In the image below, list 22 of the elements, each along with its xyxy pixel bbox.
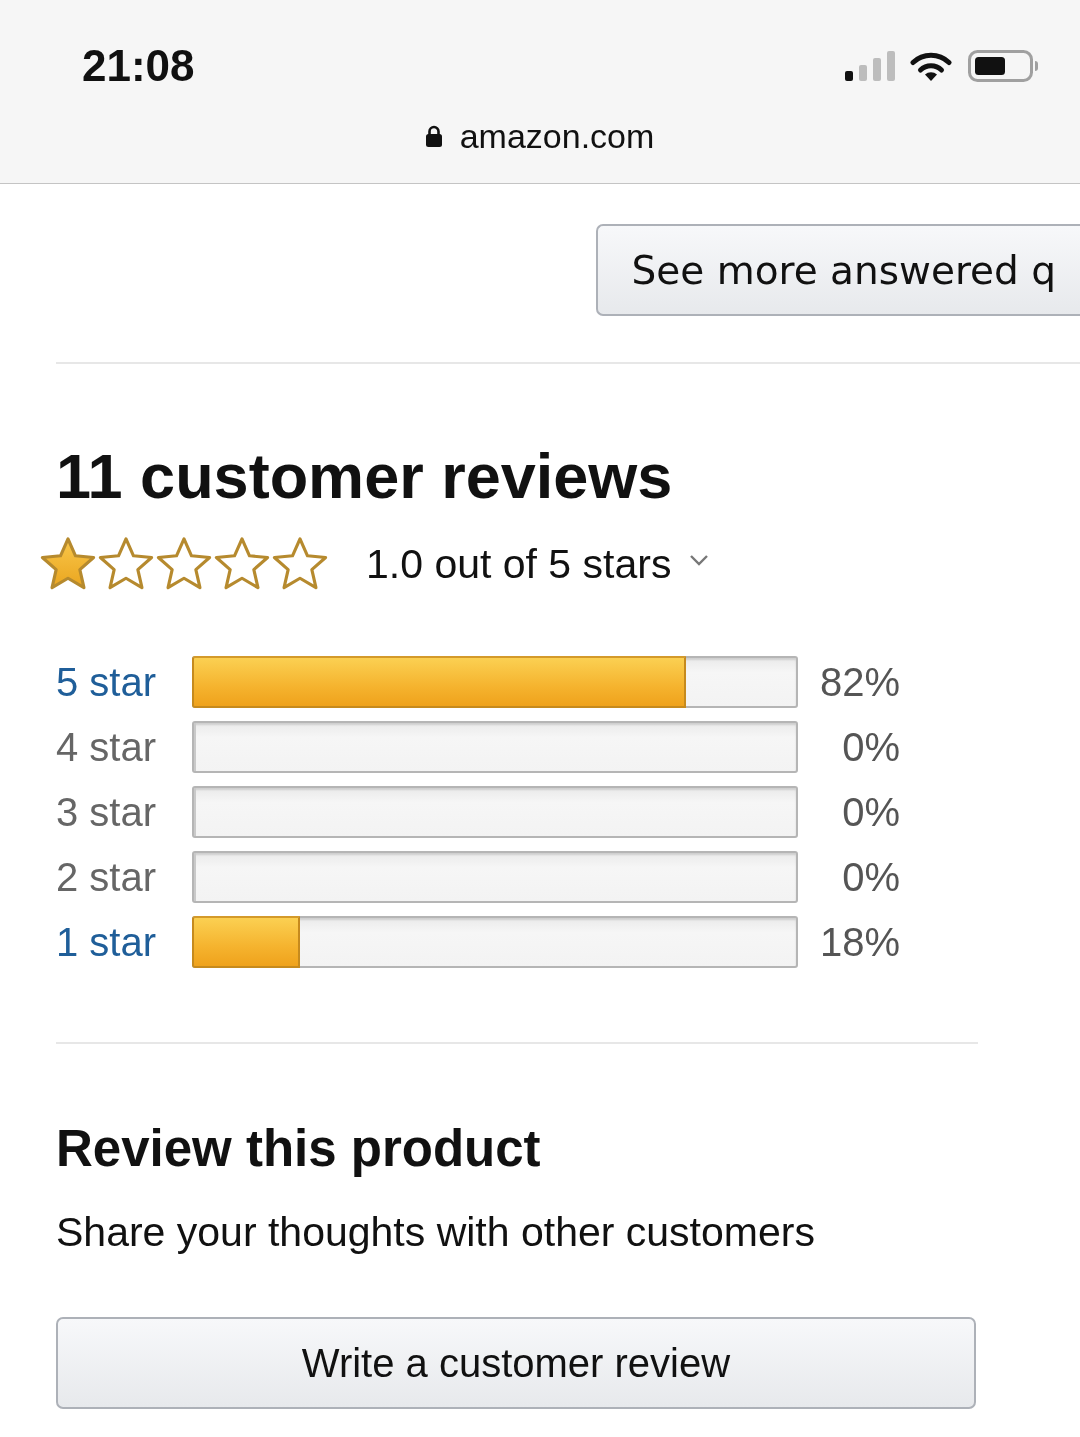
rating-percent: 82% (818, 659, 900, 706)
star-filter-label: 4 star (56, 724, 158, 771)
reviews-heading: 11 customer reviews (56, 440, 674, 512)
rating-percent: 0% (841, 854, 900, 901)
star-filter-link[interactable]: 5 star (56, 656, 192, 708)
star-filter-label: 2 star (56, 854, 158, 901)
write-review-button[interactable]: Write a customer review (56, 1317, 976, 1409)
star-filter-label: 3 star (56, 789, 158, 836)
address-url[interactable]: amazon.com (459, 110, 655, 162)
rating-dropdown[interactable]: 1.0 out of 5 stars (366, 540, 710, 588)
review-product-heading: Review this product (56, 1119, 542, 1178)
status-time: 21:08 (82, 40, 195, 92)
signal-icon (845, 51, 895, 81)
chevron-down-icon (689, 554, 710, 566)
wifi-icon (910, 51, 952, 81)
battery-icon (968, 50, 1038, 82)
rating-percent: 18% (818, 919, 900, 966)
rating-percent: 0% (841, 789, 900, 836)
see-more-button[interactable]: See more answered q (595, 224, 1080, 316)
review-product-text: Share your thoughts with other customers (56, 1208, 816, 1256)
rating-percent: 0% (841, 724, 900, 771)
star-filter-link[interactable]: 1 star (56, 916, 192, 968)
